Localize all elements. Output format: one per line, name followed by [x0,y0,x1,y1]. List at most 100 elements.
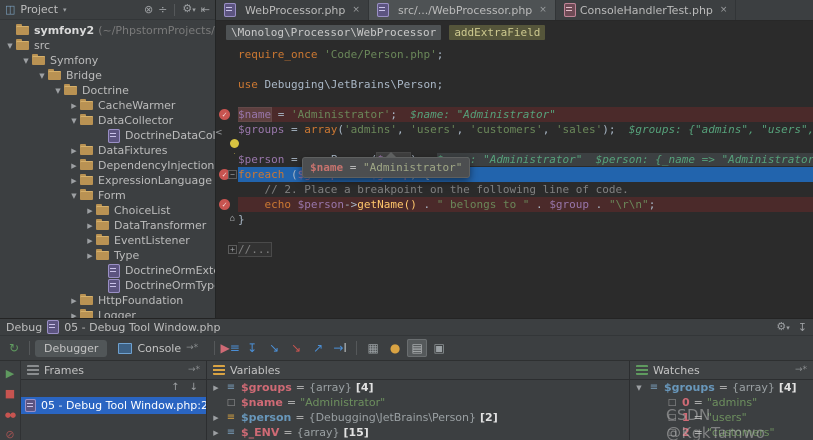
breakpoint-icon[interactable]: ✓ [219,199,230,210]
expand-arrow-icon[interactable]: ▶ [84,237,96,245]
force-step-into-icon[interactable]: ↘ [286,339,306,357]
show-execution-point-icon[interactable]: ▶≡ [220,339,240,357]
code-line[interactable]: // 2. Place a breakpoint on the followin… [238,182,813,197]
expand-arrow-icon[interactable]: ▶ [68,177,80,185]
variable-row[interactable]: □$name="Administrator" [207,395,629,410]
fold-collapse-icon[interactable]: − [228,170,237,179]
run-to-cursor-icon[interactable]: →I [330,339,350,357]
code-line-row[interactable]: ✓ $name = 'Administrator'; $name: "Admini… [216,107,813,122]
expand-arrow-icon[interactable]: ▶ [68,102,80,110]
resume-program-icon[interactable]: ▶ [6,368,14,380]
expand-arrow-icon[interactable]: ▶ [68,297,80,305]
debug-tab-debugger[interactable]: Debugger [35,340,107,357]
tree-item[interactable]: ▶ChoiceList [0,203,215,218]
editor-tab[interactable]: src/.../WebProcessor.php× [369,0,556,20]
step-out-icon[interactable]: ↗ [308,339,328,357]
tree-item[interactable]: ▶CacheWarmer [0,98,215,113]
stop-icon[interactable]: ■ [5,388,15,400]
expand-arrow-icon[interactable]: ▶ [68,312,80,319]
close-icon[interactable]: × [539,5,547,15]
code-line[interactable]: $name = 'Administrator'; $name: "Adminis… [238,107,813,122]
breadcrumb-item[interactable]: addExtraField [449,25,545,40]
code-line[interactable]: use Debugging\JetBrains\Person; [238,77,813,92]
expand-arrow-icon[interactable]: ▼ [20,57,32,65]
fold-end-icon[interactable]: ⌂ [228,215,237,224]
code-line-row[interactable]: $groups = array('admins', 'users', 'cust… [216,122,813,137]
tree-item[interactable]: DoctrineOrmExtens [0,263,215,278]
tree-item[interactable]: ▶EventListener [0,233,215,248]
code-line-row[interactable]: ⌂} [216,212,813,227]
tree-item[interactable]: ▼src [0,38,215,53]
mute-breakpoints-icon[interactable]: ⊘ [5,429,14,440]
variable-row[interactable]: ▶≡$person={Debugging\JetBrains\Person} [… [207,410,629,425]
tree-item[interactable]: ▼Symfony [0,53,215,68]
tree-item[interactable]: ▶ExpressionLanguage [0,173,215,188]
step-over-icon[interactable]: ↧ [242,339,262,357]
project-tab-icon[interactable]: ◫ [5,4,15,15]
tree-item[interactable]: symfony2(~/PhpstormProjects/symfo [0,23,215,38]
tree-item[interactable]: ▼Bridge [0,68,215,83]
expand-arrow-icon[interactable]: ▶ [84,222,96,230]
tree-item[interactable]: ▶HttpFoundation [0,293,215,308]
locate-icon[interactable]: ⊗ [144,4,153,15]
code-line-row[interactable] [216,137,813,152]
rerun-icon[interactable]: ↻ [4,339,24,357]
expand-arrow-icon[interactable]: ▶ [211,384,221,392]
breakpoint-icon[interactable]: ✓ [219,109,230,120]
pin-icon[interactable]: →* [188,365,200,375]
tree-item[interactable]: ▶DataFixtures [0,143,215,158]
view-breakpoints-icon[interactable]: ●● [5,408,15,421]
code-line-row[interactable]: // 2. Place a breakpoint on the followin… [216,182,813,197]
code-line[interactable] [238,137,813,152]
expand-arrow-icon[interactable]: ▼ [4,42,16,50]
tree-item[interactable]: DoctrineOrmTypeC [0,278,215,293]
inline-values-icon[interactable]: ▤ [407,339,427,357]
code-line-row[interactable]: ✓ echo $person->getName() . " belongs to… [216,197,813,212]
frame-selected-row[interactable]: 05 - Debug Tool Window.php:23 [21,397,206,414]
step-into-icon[interactable]: ↘ [264,339,284,357]
debug-tab-console[interactable]: Console→* [109,340,207,357]
close-icon[interactable]: × [720,5,728,15]
splitter-collapse-icon[interactable]: < [215,128,223,138]
code-line-row[interactable]: +//... [216,242,813,257]
expand-arrow-icon[interactable]: ▼ [68,117,80,125]
code-line-row[interactable] [216,227,813,242]
code-line[interactable] [238,62,813,77]
code-line[interactable]: $groups = array('admins', 'users', 'cust… [238,122,813,137]
variable-row[interactable]: ▼≡$groups={array} [4] [630,380,813,395]
tree-item[interactable]: ▼DataCollector [0,113,215,128]
fold-expand-icon[interactable]: + [228,245,237,254]
pin-icon[interactable]: →* [795,365,807,375]
frame-up-icon[interactable]: ↑ [171,382,179,397]
dock-window-icon[interactable]: ↧ [798,322,807,333]
tree-item[interactable]: ▶DataTransformer [0,218,215,233]
expand-arrow-icon[interactable]: ▶ [84,252,96,260]
intention-bulb-icon[interactable] [230,139,239,148]
code-line[interactable]: require_once 'Code/Person.php'; [238,47,813,62]
restore-layout-icon[interactable]: ▣ [429,339,449,357]
settings-gear-icon[interactable]: ⚙▾ [776,321,789,334]
project-panel-title[interactable]: Project [20,3,58,16]
code-line[interactable]: } [238,212,813,227]
expand-arrow-icon[interactable]: ▼ [634,384,644,392]
tree-item[interactable]: ▶Logger [0,308,215,318]
code-editor[interactable]: require_once 'Code/Person.php'; use Debug… [216,43,813,318]
auto-variables-mode-icon[interactable]: ● [385,339,405,357]
collapse-all-icon[interactable]: ÷ [158,4,167,15]
expand-arrow-icon[interactable]: ▶ [84,207,96,215]
tree-item[interactable]: ▶Type [0,248,215,263]
dropdown-arrow-icon[interactable]: ▾ [63,6,67,14]
tree-item[interactable]: ▼Form [0,188,215,203]
editor-tab[interactable]: ConsoleHandlerTest.php× [556,0,737,20]
code-line[interactable]: //... [238,242,813,257]
code-line-row[interactable] [216,62,813,77]
expand-arrow-icon[interactable]: ▶ [68,147,80,155]
code-line[interactable] [238,92,813,107]
close-icon[interactable]: × [352,5,360,15]
settings-gear-icon[interactable]: ⚙▾ [182,3,195,16]
code-line-row[interactable] [216,92,813,107]
code-line[interactable] [238,227,813,242]
variable-row[interactable]: ▶≡$groups={array} [4] [207,380,629,395]
expand-arrow-icon[interactable]: ▼ [52,87,64,95]
evaluate-expression-icon[interactable]: ▦ [363,339,383,357]
